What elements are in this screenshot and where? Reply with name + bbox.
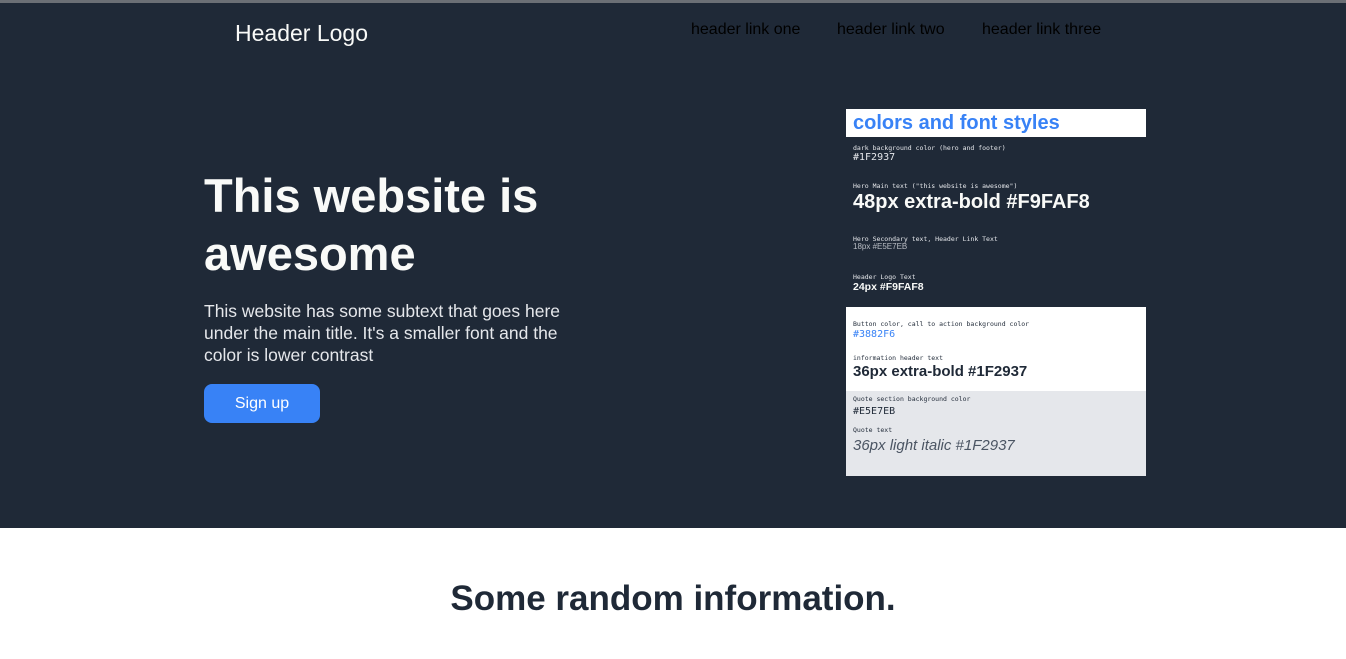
style-guide-title: colors and font styles (853, 112, 1060, 134)
style-guide-label: Button color, call to action background … (853, 320, 1030, 328)
style-guide-value: 36px light italic #1F2937 (853, 437, 1015, 454)
style-guide-quote-section: Quote section background color #E5E7EB Q… (846, 391, 1146, 476)
style-guide-label: Hero Main text ("this website is awesome… (853, 182, 1018, 190)
style-guide-light-section: Button color, call to action background … (846, 307, 1146, 391)
style-guide-value: #1F2937 (853, 152, 896, 163)
style-guide-value: 36px extra-bold #1F2937 (853, 363, 1028, 380)
style-guide-label: Quote text (853, 426, 893, 434)
style-guide-value: #E5E7EB (853, 406, 896, 417)
sign-up-button[interactable]: Sign up (204, 384, 320, 423)
style-guide-label: information header text (853, 354, 944, 362)
style-guide-value: 18px #E5E7EB (853, 242, 908, 251)
style-guide-label: Quote section background color (853, 395, 971, 403)
style-guide-image: colors and font styles dark background c… (846, 109, 1146, 476)
style-guide-label: Header Logo Text (853, 273, 916, 281)
header-link-three[interactable]: header link three (982, 21, 1101, 39)
header-link-one[interactable]: header link one (691, 21, 800, 39)
hero-title: This website is awesome (204, 169, 539, 280)
hero-section: Header Logo header link one header link … (0, 3, 1346, 528)
style-guide-label: dark background color (hero and footer) (853, 144, 1006, 152)
header-link-two[interactable]: header link two (837, 21, 945, 39)
style-guide-value: 24px #F9FAF8 (853, 281, 924, 293)
header-logo[interactable]: Header Logo (235, 20, 368, 46)
style-guide-value: #3882F6 (853, 329, 896, 340)
hero-subtitle: This website has some subtext that goes … (204, 301, 561, 365)
style-guide-header: colors and font styles (846, 109, 1146, 137)
style-guide-value: 48px extra-bold #F9FAF8 (853, 191, 1090, 213)
info-section-title: Some random information. (450, 579, 896, 618)
